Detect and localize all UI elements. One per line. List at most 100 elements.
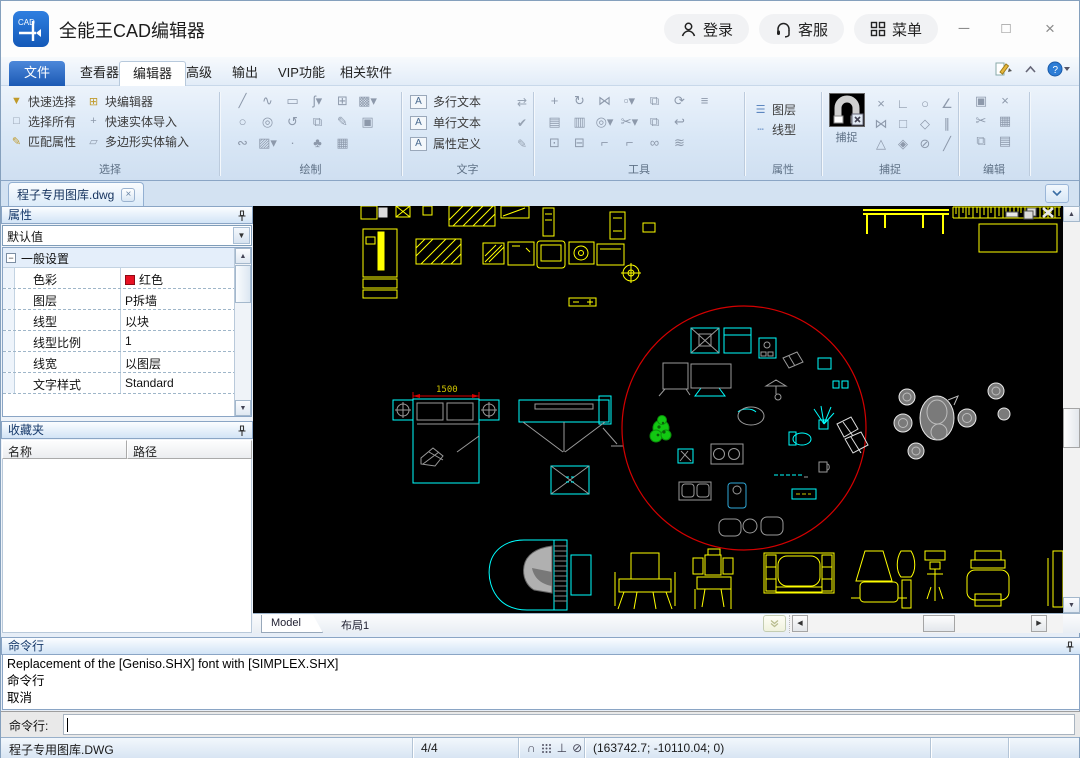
line-icon[interactable]: ╱ (230, 91, 255, 112)
revision-cloud-icon[interactable]: ∾ (230, 133, 255, 154)
mdi-window-controls[interactable] (1005, 207, 1054, 220)
scroll-up-icon[interactable]: ▲ (235, 248, 251, 264)
copy-pair-icon[interactable]: ⧉ (642, 112, 667, 133)
cad-drawing[interactable]: 1500 (253, 206, 1063, 613)
close-button[interactable]: × (1035, 19, 1065, 41)
align-icon[interactable]: ≡ (692, 91, 717, 112)
tangent-icon[interactable]: ⊘ (572, 741, 582, 755)
table-icon[interactable]: ▦ (330, 133, 355, 154)
insert-block-icon[interactable]: ⊞ (330, 91, 355, 112)
scroll-down-icon[interactable]: ▼ (1063, 597, 1080, 613)
select-all-button[interactable]: □ 选择所有 (9, 111, 76, 131)
column-header-name[interactable]: 名称 (2, 440, 127, 459)
properties-scrollbar[interactable]: ▲ ▼ (234, 248, 251, 416)
copy-nested-icon[interactable]: ⧉ (642, 91, 667, 112)
paste-special-icon[interactable]: ▦ (993, 111, 1017, 131)
snap-node-icon[interactable]: □ (892, 114, 914, 134)
tab-related[interactable]: 相关软件 (327, 61, 405, 86)
collapse-minus-icon[interactable]: − (6, 253, 16, 263)
quick-select-button[interactable]: ▼ 快速选择 (9, 91, 76, 111)
scroll-left-icon[interactable]: ◀ (792, 615, 808, 632)
scroll-right-icon[interactable]: ▶ (1031, 615, 1047, 632)
column-header-path[interactable]: 路径 (127, 440, 252, 459)
help-icon[interactable]: ? (1047, 61, 1071, 77)
tab-output[interactable]: 输出 (219, 61, 271, 86)
snap-intersection-icon[interactable]: △ (870, 134, 892, 154)
scrollbar-thumb[interactable] (235, 265, 251, 303)
rotate-icon[interactable]: ↻ (567, 91, 592, 112)
vegetation-icon[interactable]: ♣ (305, 133, 330, 154)
erase-icon[interactable]: × (993, 91, 1017, 111)
command-input[interactable] (64, 715, 1074, 734)
copy-with-base-icon[interactable]: ▤ (993, 131, 1017, 151)
attribute-define-button[interactable]: A 属性定义 ✎ (410, 133, 533, 154)
link-icon[interactable]: ∞ (642, 133, 667, 154)
snap-tangent-icon[interactable]: ⊘ (914, 134, 936, 154)
scroll-down-icon[interactable]: ▼ (235, 400, 251, 416)
layout-list-chevron-button[interactable] (763, 615, 786, 632)
favorites-list[interactable] (2, 459, 252, 633)
grid-toggle-icon[interactable] (541, 743, 552, 754)
scrollbar-thumb[interactable] (923, 615, 955, 632)
freehand-icon[interactable]: ✎ (330, 112, 355, 133)
model-tab[interactable]: Model (261, 615, 323, 633)
move-icon[interactable]: + (542, 91, 567, 112)
layer-merge-icon[interactable]: ≋ (667, 133, 692, 154)
snap-quadrant-icon[interactable]: ◈ (892, 134, 914, 154)
polygon-entity-input-button[interactable]: ▱ 多边形实体输入 (86, 131, 189, 151)
maximize-button[interactable]: □ (991, 19, 1021, 41)
customer-service-button[interactable]: 客服 (759, 14, 845, 44)
snap-magnet-icon[interactable]: ∩ (527, 741, 536, 755)
named-view-icon[interactable]: ▥ (567, 112, 592, 133)
undo-mark-icon[interactable]: ↩ (667, 112, 692, 133)
cut-icon[interactable]: ✂ (969, 111, 993, 131)
menu-button[interactable]: 菜单 (854, 14, 939, 44)
scale-down-icon[interactable]: ⊡ (542, 133, 567, 154)
rotate-copy-icon[interactable]: ⟳ (667, 91, 692, 112)
tab-list-chevron-button[interactable] (1045, 184, 1069, 203)
pin-icon[interactable] (237, 425, 247, 441)
layout1-tab[interactable]: 布局1 (341, 617, 369, 633)
dropdown-arrow-icon[interactable]: ▼ (233, 227, 250, 244)
circle-icon[interactable]: ○ (230, 112, 255, 133)
copy-icon[interactable]: ⧉ (969, 131, 993, 151)
document-tab-close-icon[interactable]: × (121, 187, 136, 202)
property-row-color[interactable]: 色彩 红色 (3, 268, 251, 289)
snap-center-icon[interactable]: ○ (914, 94, 936, 114)
mirror-icon[interactable]: ⋈ (592, 91, 617, 112)
linetype-button[interactable]: ┄ 线型 (753, 119, 821, 139)
scroll-up-icon[interactable]: ▲ (1063, 206, 1080, 222)
pin-icon[interactable] (237, 210, 247, 226)
tab-advanced[interactable]: 高级 (173, 61, 225, 86)
property-row-linetype[interactable]: 线型 以块 (3, 310, 251, 331)
paste-icon[interactable]: ▣ (969, 91, 993, 111)
drawing-canvas[interactable]: 1500 (253, 206, 1063, 613)
document-tab[interactable]: 程子专用图库.dwg × (8, 182, 145, 206)
point-icon[interactable]: · (280, 133, 305, 154)
quick-entity-import-button[interactable]: + 快速实体导入 (86, 111, 189, 131)
scale-up-icon[interactable]: ⊟ (567, 133, 592, 154)
ellipse-icon[interactable]: ◎ (255, 112, 280, 133)
rectangle-icon[interactable]: ▭ (280, 91, 305, 112)
copy-object-icon[interactable]: ⧉ (305, 112, 330, 133)
snap-polygon-icon[interactable]: ◇ (914, 114, 936, 134)
mtext-button[interactable]: A 多行文本 ⇄ (410, 91, 533, 112)
snap-apparent-intersection-icon[interactable]: ⋈ (870, 114, 892, 134)
property-row-layer[interactable]: 图层 P拆墙 (3, 289, 251, 310)
trim-icon[interactable]: ✂▾ (617, 112, 642, 133)
match-properties-button[interactable]: ✎ 匹配属性 (9, 131, 76, 151)
property-preset-dropdown[interactable]: 默认值 ▼ (2, 225, 252, 246)
tab-file[interactable]: 文件 (9, 61, 66, 86)
zoom-select-icon[interactable]: ◎▾ (592, 112, 617, 133)
hatch-icon[interactable]: ▨▾ (255, 133, 280, 154)
snap-disable-icon[interactable]: × (870, 94, 892, 114)
layers-button[interactable]: ☰ 图层 (753, 99, 821, 119)
find-replace-icon[interactable]: ⇄ (517, 95, 527, 109)
command-log[interactable]: Replacement of the [Geniso.SHX] font wit… (2, 655, 1080, 710)
property-row-linetype-scale[interactable]: 线型比例 1 (3, 331, 251, 352)
single-text-button[interactable]: A 单行文本 ✔ (410, 112, 533, 133)
edit-text-icon[interactable]: ✎ (517, 137, 527, 151)
property-row-lineweight[interactable]: 线宽 以图层 (3, 352, 251, 373)
polyline-icon[interactable]: ∿ (255, 91, 280, 112)
minimize-button[interactable]: ─ (949, 19, 979, 41)
